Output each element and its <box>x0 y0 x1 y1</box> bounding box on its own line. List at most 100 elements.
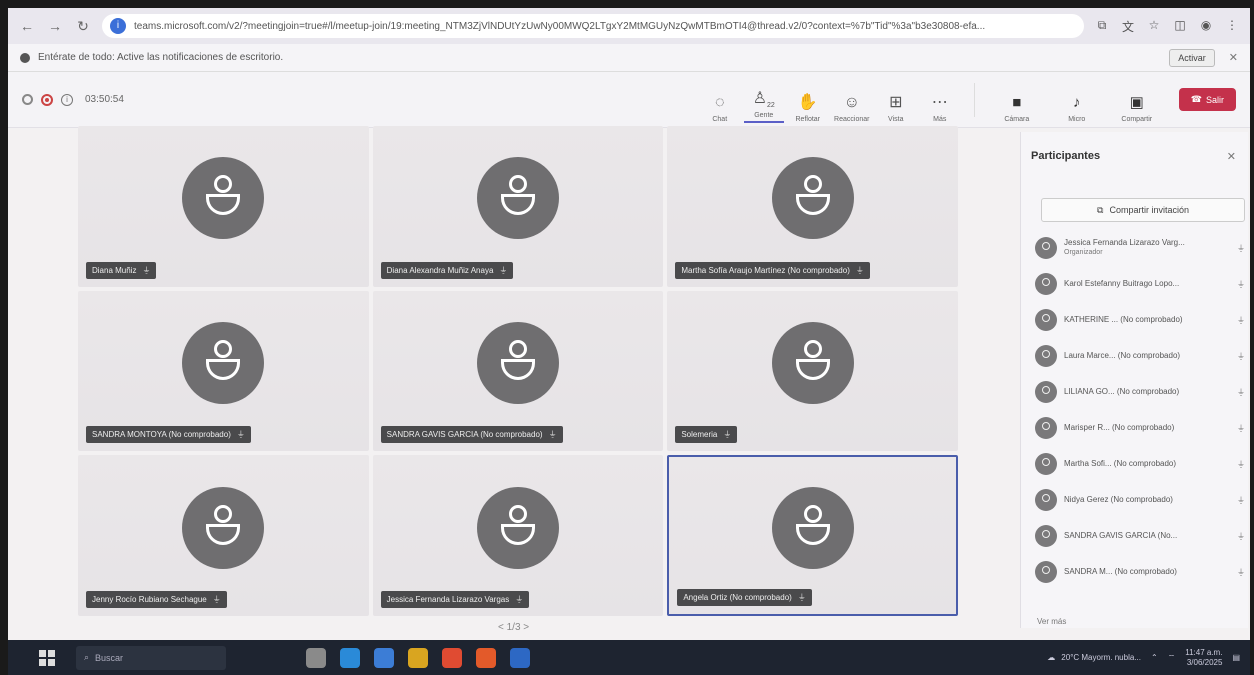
taskbar-search[interactable]: ⌕ Buscar <box>76 645 226 670</box>
weather-widget[interactable]: ☁ 20°C Mayorm. nubla... <box>1047 653 1141 662</box>
participant-list-name: SANDRA M... (No comprobado) <box>1064 567 1177 576</box>
url-text: teams.microsoft.com/v2/?meetingjoin=true… <box>134 20 986 32</box>
mic-label: Micro <box>1068 115 1086 123</box>
bookmark-star-icon[interactable]: ☆ <box>1146 18 1162 35</box>
network-icon[interactable]: ⌔ <box>1168 653 1176 663</box>
close-icon[interactable]: ✕ <box>1227 150 1236 163</box>
chat-button[interactable]: ◌ Chat <box>700 93 740 123</box>
notification-bar: Entérate de todo: Active las notificacio… <box>8 44 1250 72</box>
react-label: Reaccionar <box>834 115 870 123</box>
video-tile[interactable]: Martha Sofía Araujo Martínez (No comprob… <box>667 126 958 287</box>
translate-icon[interactable]: 文 <box>1120 18 1136 35</box>
avatar-icon <box>182 486 265 569</box>
participant-name: Solemeria <box>681 430 718 440</box>
info-icon[interactable]: i <box>61 93 73 106</box>
avatar-icon <box>1035 489 1057 511</box>
extension-icon[interactable]: ⧉ <box>1094 18 1110 35</box>
clock[interactable]: 11:47 a.m. 3/06/2025 <box>1185 648 1222 668</box>
share-label: Compartir <box>1121 115 1153 123</box>
mic-muted-icon: ⏚ <box>212 595 221 604</box>
avatar-icon <box>182 157 265 240</box>
avatar-icon <box>1035 381 1057 403</box>
word-icon[interactable] <box>510 647 530 668</box>
powerpoint-icon[interactable] <box>476 647 496 668</box>
meeting-timer: 03:50:54 <box>85 94 124 105</box>
video-tile[interactable]: Solemeria ⏚ <box>667 290 958 452</box>
video-tile[interactable]: Diana Muñiz ⏚ <box>78 126 369 287</box>
participant-list-item[interactable]: Martha Sofi... (No comprobado) ⏚ <box>1035 446 1245 482</box>
participant-list-item[interactable]: Laura Marce... (No comprobado) ⏚ <box>1035 338 1245 374</box>
search-icon: ⌕ <box>84 652 90 662</box>
participant-list-item[interactable]: LILIANA GO... (No comprobado) ⏚ <box>1035 374 1245 410</box>
share-invite-button[interactable]: ⧉ Compartir invitación <box>1041 198 1245 222</box>
clock-date: 3/06/2025 <box>1186 657 1223 667</box>
video-tile[interactable]: Angela Ortiz (No comprobado) ⏚ <box>667 455 958 616</box>
view-button[interactable]: ⊞ Vista <box>876 93 916 123</box>
extensions-puzzle-icon[interactable]: ◫ <box>1172 18 1188 35</box>
participant-role: Organizador <box>1064 249 1103 256</box>
more-button[interactable]: ⋯ Más <box>920 93 960 123</box>
clock-time: 11:47 a.m. <box>1185 647 1223 657</box>
people-label: Gente <box>754 111 774 119</box>
avatar-icon <box>771 157 854 240</box>
participant-list-item[interactable]: Nidya Gerez (No comprobado) ⏚ <box>1035 482 1245 518</box>
edge-icon[interactable] <box>340 647 360 668</box>
leave-button[interactable]: ☎ Salir <box>1178 88 1236 111</box>
browser-menu-icon[interactable]: ⋮ <box>1224 18 1240 35</box>
mic-muted-icon: ⏚ <box>515 595 524 604</box>
chrome-icon[interactable] <box>442 647 462 668</box>
file-explorer-icon[interactable] <box>408 647 428 668</box>
people-button[interactable]: ♙22 Gente <box>743 89 784 123</box>
address-bar[interactable]: i teams.microsoft.com/v2/?meetingjoin=tr… <box>102 14 1084 38</box>
meeting-controls: ◌ Chat ♙22 Gente ✋ Reflotar ☺ Reaccionar ⊞ Vi… <box>700 77 1236 123</box>
mic-button[interactable]: ♪ Micro <box>1049 93 1105 123</box>
windows-start-icon[interactable] <box>36 647 58 669</box>
activate-notifications-button[interactable]: Activar <box>1169 48 1215 67</box>
reload-icon[interactable]: ↻ <box>74 17 92 35</box>
raise-hand-label: Reflotar <box>795 115 821 123</box>
mic-muted-icon: ⏚ <box>548 430 557 440</box>
share-button[interactable]: ▣ Compartir <box>1109 93 1165 123</box>
close-icon[interactable]: ✕ <box>1229 51 1238 64</box>
video-tile[interactable]: Diana Alexandra Muñiz Anaya ⏚ <box>372 126 664 287</box>
video-tile[interactable]: SANDRA GAVIS GARCIA (No comprobado) ⏚ <box>372 290 664 452</box>
react-button[interactable]: ☺ Reaccionar <box>832 93 872 123</box>
participant-list-name: SANDRA GAVIS GARCIA (No... <box>1064 531 1178 540</box>
site-info-icon[interactable]: i <box>110 18 126 34</box>
avatar-icon <box>1035 453 1057 475</box>
participant-name-tag: Jenny Rocío Rubiano Sechague ⏚ <box>86 591 227 608</box>
participant-list-item[interactable]: KATHERINE ... (No comprobado) ⏚ <box>1035 302 1245 338</box>
grid-pager[interactable]: < 1/3 > <box>498 622 529 633</box>
meeting-toolbar: i 03:50:54 ◌ Chat ♙22 Gente ✋ Reflotar ☺ Rea… <box>8 72 1250 128</box>
avatar-icon <box>1035 561 1057 583</box>
video-tile[interactable]: Jenny Rocío Rubiano Sechague ⏚ <box>78 455 369 616</box>
back-icon[interactable]: ← <box>18 17 36 35</box>
participant-list-item[interactable]: Karol Estefanny Buitrago Lopo... ⏚ <box>1035 266 1245 302</box>
people-glyph: ♙ <box>752 89 768 107</box>
video-tile[interactable]: Jessica Fernanda Lizarazo Vargas ⏚ <box>372 455 664 616</box>
mic-muted-icon: ⏚ <box>1237 243 1245 253</box>
see-more-link[interactable]: Ver más <box>1037 617 1066 626</box>
store-icon[interactable] <box>374 647 394 668</box>
participant-list-item[interactable]: SANDRA M... (No comprobado) ⏚ <box>1035 554 1245 590</box>
participant-name-tag: SANDRA GAVIS GARCIA (No comprobado) ⏚ <box>380 426 563 444</box>
mic-muted-icon: ⏚ <box>499 265 508 275</box>
video-tile[interactable]: SANDRA MONTOYA (No comprobado) ⏚ <box>78 290 369 452</box>
people-count-badge: 22 <box>767 101 775 109</box>
status-ring-icon <box>22 94 33 105</box>
windows-taskbar: ⌕ Buscar ☁ 20°C Mayorm. nubla... ⌃ ⌔ 11:47… <box>8 640 1250 675</box>
cloud-icon: ☁ <box>1047 653 1056 662</box>
mic-icon: ♪ <box>1073 93 1081 111</box>
notifications-icon[interactable]: ▤ <box>1232 653 1240 662</box>
forward-icon[interactable]: → <box>46 17 64 35</box>
profile-icon[interactable]: ◉ <box>1198 18 1214 35</box>
avatar-icon <box>1035 417 1057 439</box>
raise-hand-button[interactable]: ✋ Reflotar <box>788 93 828 123</box>
participant-list-item[interactable]: SANDRA GAVIS GARCIA (No... ⏚ <box>1035 518 1245 554</box>
camera-button[interactable]: ■ Cámara <box>989 93 1045 123</box>
share-invite-icon: ⧉ <box>1097 204 1104 215</box>
participant-list-item[interactable]: Jessica Fernanda Lizarazo Varg... Organiz… <box>1035 230 1245 266</box>
participant-list-item[interactable]: Marisper R... (No comprobado) ⏚ <box>1035 410 1245 446</box>
task-view-icon[interactable] <box>306 647 326 668</box>
tray-chevron-icon[interactable]: ⌃ <box>1151 653 1158 662</box>
